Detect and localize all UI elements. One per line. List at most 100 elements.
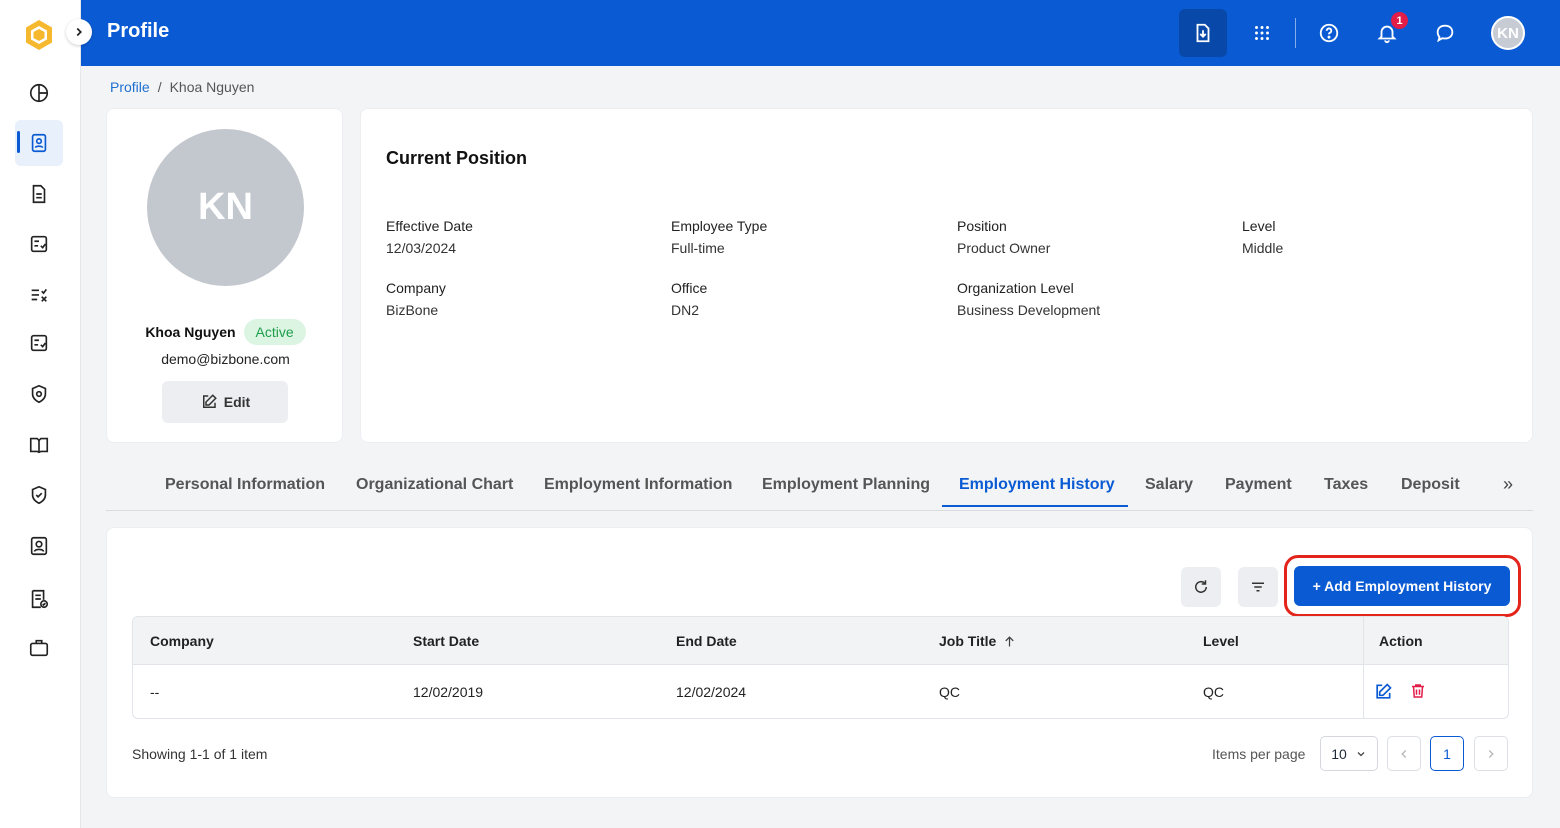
column-header-level[interactable]: Level (1203, 633, 1239, 649)
sidebar-item-approvals[interactable] (15, 271, 63, 317)
sidebar-item-tasks[interactable] (15, 221, 63, 267)
column-header-job-title[interactable]: Job Title (939, 633, 1017, 649)
edit-profile-button[interactable]: Edit (162, 381, 288, 423)
column-header-company[interactable]: Company (150, 633, 214, 649)
profile-avatar: KN (147, 129, 304, 286)
cell-job-title: QC (939, 684, 960, 700)
sidebar-item-security[interactable] (15, 371, 63, 417)
help-button[interactable] (1305, 9, 1353, 57)
help-circle-icon (1319, 23, 1339, 43)
items-per-page-select[interactable]: 10 (1320, 736, 1378, 771)
chat-button[interactable] (1421, 9, 1469, 57)
cell-end-date: 12/02/2024 (676, 684, 747, 700)
column-label: Action (1379, 633, 1423, 649)
field-label: Company (386, 280, 446, 296)
column-label: Job Title (939, 633, 997, 649)
cell-level: QC (1203, 684, 1224, 700)
column-header-end-date[interactable]: End Date (676, 633, 737, 649)
tab-personal-information[interactable]: Personal Information (165, 476, 325, 494)
field-label: Effective Date (386, 218, 473, 234)
table-header: Company Start Date End Date Job Title Le… (133, 617, 1508, 665)
prev-page-button[interactable] (1387, 736, 1421, 771)
sidebar-item-reports[interactable] (15, 576, 63, 622)
tab-taxes[interactable]: Taxes (1324, 476, 1368, 494)
book-icon (29, 437, 49, 454)
user-avatar[interactable]: KN (1491, 16, 1525, 50)
tab-employment-history[interactable]: Employment History (959, 476, 1115, 494)
profile-name-row: Khoa Nguyen Active (107, 319, 344, 345)
chevron-down-icon (1357, 751, 1365, 756)
breadcrumb: Profile / Khoa Nguyen (110, 79, 254, 95)
profile-email: demo@bizbone.com (161, 351, 290, 367)
next-page-button[interactable] (1474, 736, 1508, 771)
document-icon (32, 184, 46, 204)
column-header-start-date[interactable]: Start Date (413, 633, 479, 649)
sort-ascending-icon (1005, 635, 1015, 646)
cell-company: -- (150, 684, 160, 700)
tab-salary[interactable]: Salary (1145, 476, 1193, 494)
field-position: Position Product Owner (957, 218, 1050, 256)
status-badge: Active (243, 319, 306, 345)
filter-button[interactable] (1238, 567, 1278, 607)
tab-payment[interactable]: Payment (1225, 476, 1292, 494)
current-position-title: Current Position (386, 148, 528, 168)
breadcrumb-separator: / (157, 79, 162, 95)
edit-icon (202, 394, 217, 408)
sidebar-item-documents[interactable] (15, 171, 63, 217)
items-per-page-value: 10 (1331, 745, 1347, 762)
filter-lines-icon (1252, 582, 1264, 592)
row-delete-button[interactable] (1409, 682, 1429, 702)
field-label: Employee Type (671, 218, 768, 234)
add-employment-history-button[interactable]: + Add Employment History (1294, 566, 1510, 606)
tabs-more-button[interactable]: » (1503, 474, 1513, 495)
column-label: Start Date (413, 633, 480, 649)
field-value: Middle (1242, 240, 1284, 256)
field-value: Product Owner (957, 240, 1051, 256)
header-divider (1295, 18, 1296, 48)
field-office: Office DN2 (671, 280, 707, 318)
field-value: 12/03/2024 (386, 240, 457, 256)
profile-tabs: Personal Information Organizational Char… (106, 462, 1533, 511)
chevron-right-icon (1488, 749, 1494, 758)
tab-employment-information[interactable]: Employment Information (544, 476, 732, 494)
download-button[interactable] (1179, 9, 1227, 57)
trash-icon (1412, 684, 1424, 698)
notification-badge: 1 (1391, 12, 1408, 29)
table-row: -- 12/02/2019 12/02/2024 QC QC (133, 665, 1508, 718)
refresh-icon (1195, 580, 1207, 593)
field-label: Position (957, 218, 1007, 234)
checklist-icon (30, 235, 48, 253)
profile-card: KN Khoa Nguyen Active demo@bizbone.com E… (106, 108, 343, 443)
chevron-right-icon (76, 27, 82, 37)
tab-deposit[interactable]: Deposit (1401, 476, 1460, 494)
sidebar-item-profile[interactable] (15, 120, 63, 166)
tab-organizational-chart[interactable]: Organizational Chart (356, 476, 513, 494)
sidebar-item-employees[interactable] (15, 523, 63, 569)
apps-button[interactable] (1238, 9, 1286, 57)
row-edit-button[interactable] (1373, 682, 1393, 702)
page-button-current[interactable]: 1 (1430, 736, 1464, 771)
sidebar-item-jobs[interactable] (15, 625, 63, 671)
tab-employment-planning[interactable]: Employment Planning (762, 476, 930, 494)
breadcrumb-root[interactable]: Profile (110, 79, 150, 95)
field-value: Business Development (957, 302, 1101, 318)
sidebar-item-reviews[interactable] (15, 320, 63, 366)
edit-icon (1376, 683, 1392, 699)
sidebar-item-policies[interactable] (15, 472, 63, 518)
list-check-icon (31, 288, 47, 302)
sidebar-item-dashboard[interactable] (15, 70, 63, 116)
page-title: Profile (107, 20, 170, 42)
pie-chart-icon (29, 83, 49, 103)
briefcase-icon (29, 639, 49, 657)
active-tab-indicator (942, 505, 1128, 507)
notifications-button[interactable]: 1 (1363, 9, 1411, 57)
breadcrumb-current: Khoa Nguyen (169, 79, 255, 95)
field-label: Level (1242, 218, 1276, 234)
field-company: Company BizBone (386, 280, 446, 318)
sidebar-toggle-button[interactable] (66, 19, 92, 45)
refresh-button[interactable] (1181, 567, 1221, 607)
app-logo-icon[interactable] (22, 18, 56, 52)
shield-check-icon (31, 485, 47, 505)
sidebar-item-handbook[interactable] (15, 422, 63, 468)
grid-dots-icon (1255, 26, 1269, 40)
